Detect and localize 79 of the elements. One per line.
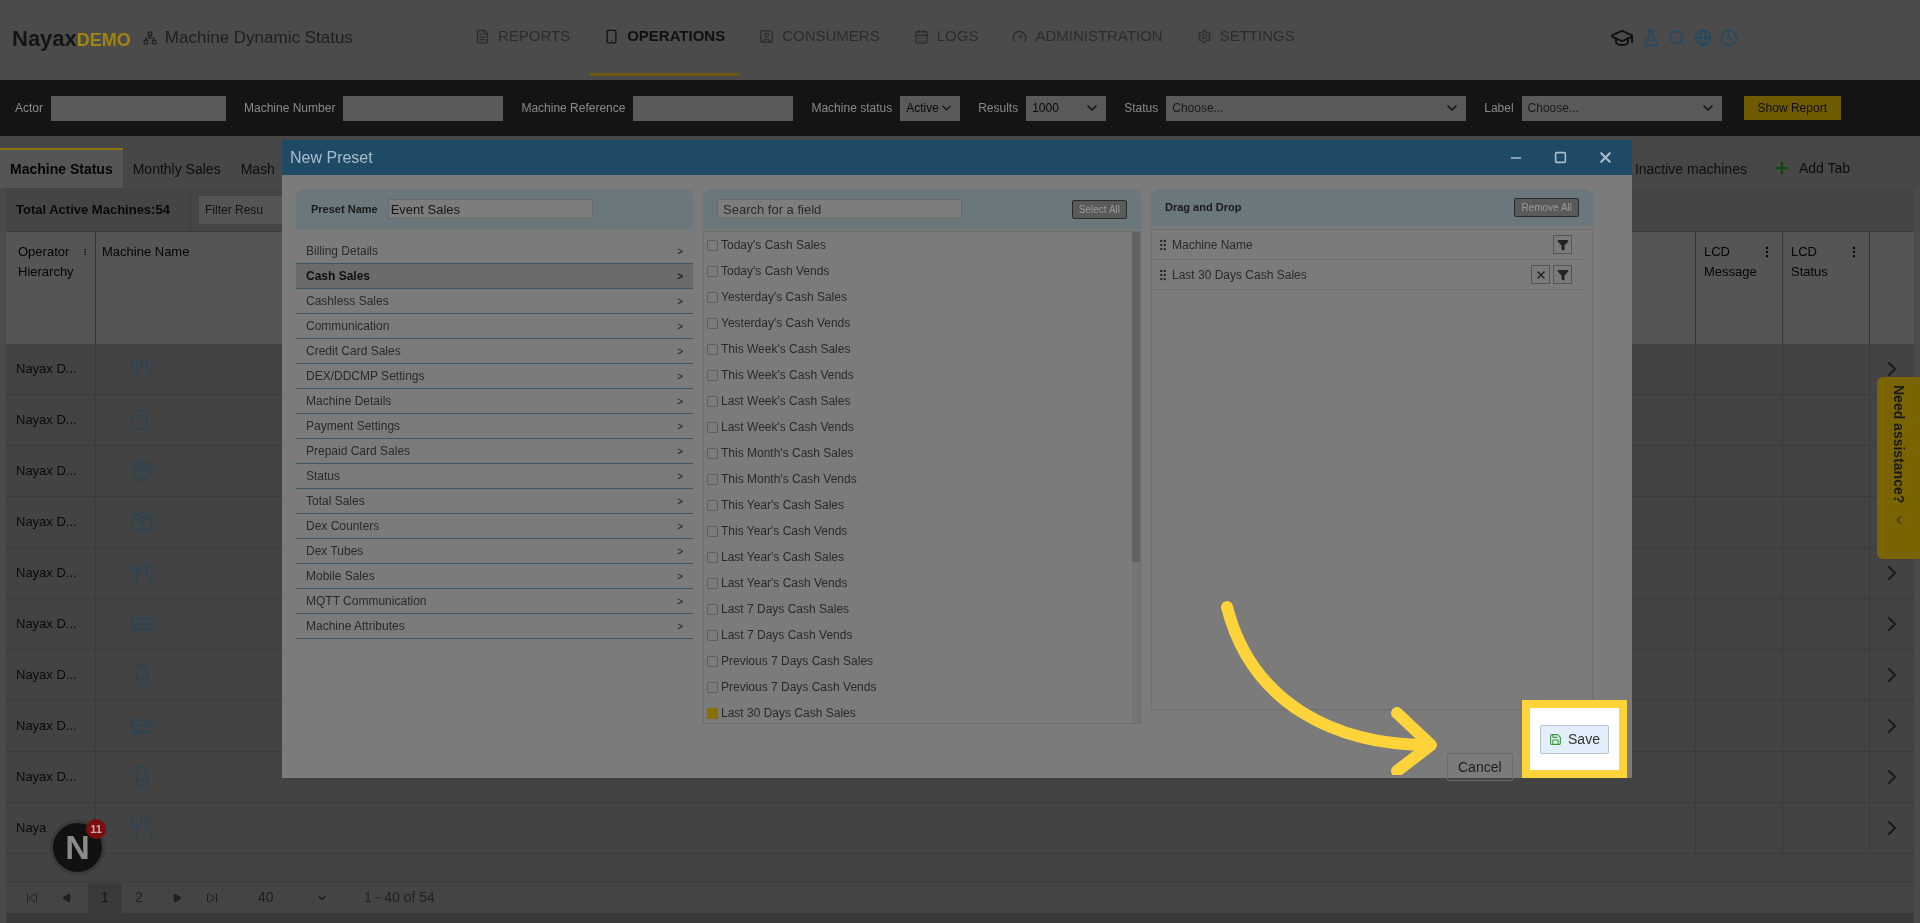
column-header[interactable]: Operator Hierarchy — [6, 232, 96, 344]
category-item[interactable]: Dex Counters > — [296, 514, 693, 539]
category-item[interactable]: Machine Details > — [296, 389, 693, 414]
operator-cell: Nayax D... — [6, 701, 96, 751]
field-label: Last Week's Cash Sales — [721, 393, 851, 410]
page-tab[interactable]: Mash — [230, 148, 285, 188]
category-item[interactable]: Prepaid Card Sales > — [296, 439, 693, 464]
operator-cell: Nayax D... — [6, 344, 96, 394]
chosen-field-row[interactable]: Last 30 Days Cash Sales — [1152, 260, 1584, 290]
logo: NayaxDEMO — [12, 24, 131, 53]
field-label: Yesterday's Cash Vends — [721, 315, 851, 332]
category-item[interactable]: Status > — [296, 464, 693, 489]
select-field[interactable]: Active — [900, 95, 961, 121]
category-item[interactable]: Communication > — [296, 314, 693, 339]
field-label: This Month's Cash Sales — [721, 445, 854, 462]
dialog-title: New Preset — [290, 147, 373, 168]
field-label: This Month's Cash Vends — [721, 471, 857, 488]
filter-label: Machine status — [811, 100, 893, 117]
page-tab[interactable]: Monthly Sales — [122, 148, 231, 188]
select-field[interactable]: Choose... — [1521, 95, 1722, 121]
field-label: This Year's Cash Vends — [721, 523, 848, 540]
operator-cell: Nayax D... — [6, 497, 96, 547]
select-all-button[interactable]: Select All — [1071, 199, 1127, 219]
filter-label: Machine Reference — [521, 100, 626, 117]
add-tab-button[interactable]: Add Tab — [1766, 148, 1857, 188]
category-item[interactable]: Total Sales > — [296, 489, 693, 514]
field-label: This Week's Cash Vends — [721, 367, 854, 384]
field-label: Today's Cash Vends — [721, 263, 830, 280]
select-field[interactable]: 1000 — [1026, 95, 1107, 121]
category-item[interactable]: Dex Tubes > — [296, 539, 693, 564]
preset-name-label: Preset Name — [311, 201, 378, 217]
field-label: Last Year's Cash Sales — [721, 549, 845, 566]
field-label: Last 7 Days Cash Vends — [721, 627, 853, 644]
field-label: This Year's Cash Sales — [721, 497, 845, 514]
operator-cell: Nayax D... — [6, 446, 96, 496]
field-label: Previous 7 Days Cash Sales — [721, 653, 874, 670]
category-item[interactable]: Machine Attributes > — [296, 614, 693, 639]
chosen-field-row[interactable]: Machine Name — [1152, 230, 1584, 260]
field-label: Today's Cash Sales — [721, 237, 826, 254]
help-tab[interactable]: Need assistance? — [1877, 377, 1920, 559]
filter-label: Status — [1124, 100, 1159, 117]
filter-label: Results — [978, 100, 1019, 117]
save-button[interactable]: Save — [1540, 724, 1609, 754]
cancel-button[interactable]: Cancel — [1447, 753, 1513, 781]
operator-cell: Nayax D... — [6, 599, 96, 649]
select-field[interactable]: Choose... — [1166, 95, 1467, 121]
chosen-field: Machine Name — [1172, 235, 1253, 254]
total-count: Total Active Machines:54 — [6, 188, 191, 231]
field-label: Yesterday's Cash Sales — [721, 289, 847, 306]
operator-cell: Nayax D... — [6, 752, 96, 802]
filter-label: Label — [1484, 100, 1514, 117]
chosen-field: Last 30 Days Cash Sales — [1172, 265, 1307, 284]
remove-all-button[interactable]: Remove All — [1514, 198, 1579, 217]
column-header[interactable]: LCD Message — [1695, 232, 1782, 344]
filter-label: Actor — [15, 100, 43, 117]
category-item[interactable]: Cashless Sales > — [296, 289, 693, 314]
operator-cell: Nayax D... — [6, 650, 96, 700]
field-label: Previous 7 Days Cash Vends — [721, 679, 877, 696]
field-label: Last Year's Cash Vends — [721, 575, 848, 592]
filter-label: Machine Number — [244, 100, 336, 117]
field-label: Last 30 Days Cash Sales — [721, 705, 856, 722]
category-item[interactable]: Payment Settings > — [296, 414, 693, 439]
category-item[interactable]: MQTT Communication > — [296, 589, 693, 614]
operator-cell: Nayax D... — [6, 548, 96, 598]
page-tab[interactable]: Inactive machines — [1624, 148, 1757, 188]
field-label: This Week's Cash Sales — [721, 341, 851, 358]
field-label: Last 7 Days Cash Sales — [721, 601, 850, 618]
page-tab[interactable]: Machine Status — [0, 148, 123, 188]
category-item[interactable]: Cash Sales > — [296, 264, 693, 289]
category-item[interactable]: Credit Card Sales > — [296, 339, 693, 364]
show-report-button[interactable]: Show Report — [1743, 96, 1841, 120]
preset-name-field[interactable]: Event Sales — [387, 199, 593, 219]
category-item[interactable]: DEX/DDCMP Settings > — [296, 364, 693, 389]
drag-drop-title: Drag and Drop — [1165, 200, 1242, 216]
operator-cell: Nayax D... — [6, 395, 96, 445]
column-header[interactable]: LCD Status — [1782, 232, 1869, 344]
field-search[interactable]: Search for a field — [717, 199, 962, 219]
category-item[interactable]: Mobile Sales > — [296, 564, 693, 589]
field-label: Last Week's Cash Vends — [721, 419, 854, 436]
